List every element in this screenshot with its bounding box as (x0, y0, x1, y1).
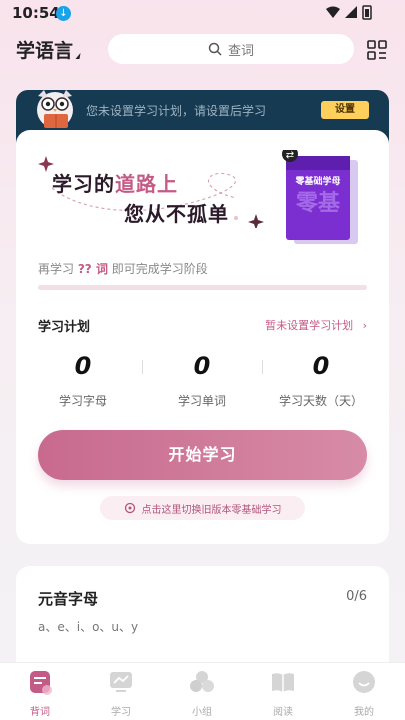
svg-text:⇄: ⇄ (286, 150, 294, 161)
nav-item-words[interactable]: 背词 (10, 669, 70, 718)
bottom-nav: 背词 学习 小组 阅读 我的 (0, 662, 405, 720)
plan-banner-text: 您未设置学习计划，请设置后学习 (86, 104, 267, 118)
book-label: 零基础学母 (295, 177, 341, 187)
course-book-image[interactable]: 零基 ⇄ 零基础学母 (282, 146, 362, 246)
group-icon (190, 671, 214, 692)
status-bar: 10:54 ↓ (0, 0, 405, 30)
hero-line-2: 您从不孤单 (124, 202, 229, 226)
search-icon (208, 42, 222, 56)
study-card: 学习的道路上 您从不孤单 零基 ⇄ 零基础学母 再学习 ?? 词 即可完成学习阶… (16, 130, 389, 544)
divider (142, 360, 143, 374)
chevron-right-icon: › (362, 319, 367, 332)
vowel-letters: a、e、i、o、u、y (38, 620, 139, 634)
study-plan-title: 学习计划 (38, 320, 91, 335)
vowel-title: 元音字母 (38, 590, 99, 608)
nav-item-profile[interactable]: 我的 (334, 669, 394, 718)
start-learning-button[interactable]: 开始学习 (38, 430, 367, 480)
nav-item-group[interactable]: 小组 (172, 669, 232, 718)
progress-bar (38, 285, 367, 290)
scan-grid-icon[interactable] (367, 40, 387, 60)
divider (262, 360, 263, 374)
study-plan-link[interactable]: 暂未设置学习计划 › (265, 317, 367, 333)
profile-icon (353, 671, 375, 693)
switch-old-version-link[interactable]: 点击这里切换旧版本零基础学习 (100, 496, 305, 520)
dropdown-caret-icon (75, 53, 81, 59)
status-time: 10:54 (12, 4, 60, 22)
reading-icon (272, 673, 294, 692)
progress-text: 再学习 ?? 词 即可完成学习阶段 (38, 262, 208, 276)
set-plan-button[interactable]: 设置 (321, 101, 369, 119)
app-title: 学语言 (16, 40, 74, 62)
book-icon: 零基 ⇄ (282, 146, 358, 244)
search-bar[interactable]: 查词 (108, 34, 354, 64)
progress-count: ?? 词 (77, 262, 108, 276)
system-status-icons (326, 5, 372, 20)
stat-days: 0 学习天数（天） (278, 352, 363, 408)
stat-letters: 0 学习字母 (58, 352, 107, 408)
nav-item-study[interactable]: 学习 (91, 669, 151, 718)
switch-icon (124, 502, 135, 514)
nav-item-reading[interactable]: 阅读 (253, 669, 313, 718)
svg-text:零基: 零基 (295, 191, 341, 216)
stat-words: 0 学习单词 (177, 352, 226, 408)
vowel-count: 0/6 (346, 589, 367, 604)
owl-mascot-icon (37, 90, 73, 128)
search-placeholder: 查词 (227, 43, 254, 59)
hero-line-1: 学习的道路上 (52, 172, 178, 196)
download-icon: ↓ (56, 6, 71, 21)
book-icon (30, 671, 52, 695)
chart-icon (110, 672, 132, 692)
language-selector[interactable]: 学语言 (16, 36, 81, 63)
